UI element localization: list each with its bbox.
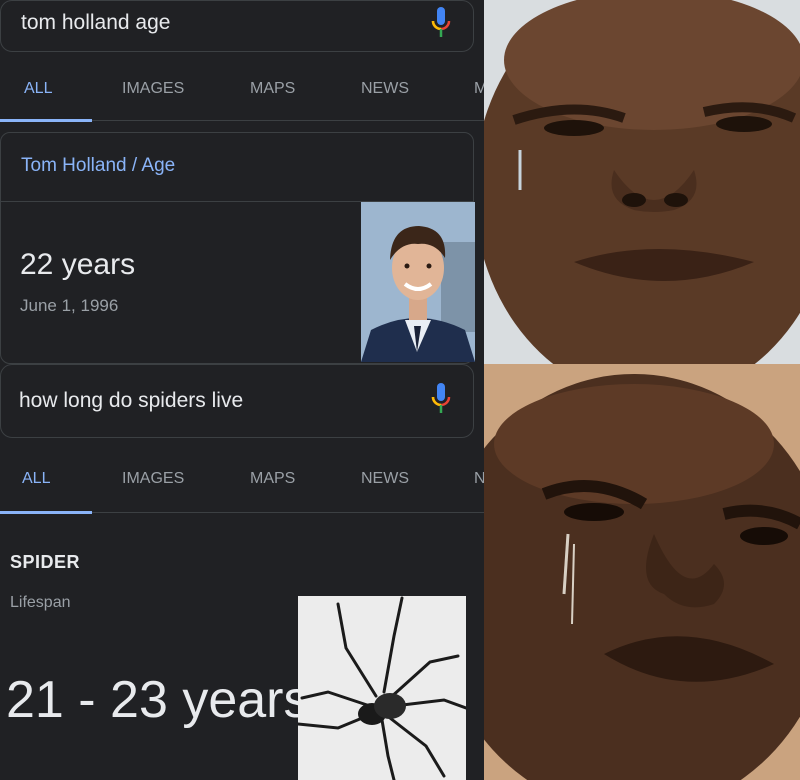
answer-date: June 1, 1996 (20, 296, 119, 315)
tab-maps[interactable]: MAPS (250, 470, 295, 488)
spider-photo[interactable] (298, 596, 466, 780)
crying-face-photo-bottom (484, 364, 800, 780)
microphone-icon[interactable] (427, 5, 455, 45)
tab-news[interactable]: NEWS (361, 80, 409, 98)
search-bar[interactable]: how long do spiders live (0, 364, 474, 438)
crying-face-photo-top (484, 0, 800, 364)
result-value: 21 - 23 years (6, 671, 310, 729)
tab-images[interactable]: IMAGES (122, 470, 184, 488)
microphone-icon[interactable] (427, 381, 455, 421)
search-query[interactable]: tom holland age (21, 11, 170, 35)
top-search-panel: tom holland age ALL IMAGES MAPS NEWS M T… (0, 0, 484, 364)
answer-value: 22 years (20, 248, 136, 281)
search-query[interactable]: how long do spiders live (19, 389, 243, 413)
tab-maps[interactable]: MAPS (250, 80, 295, 98)
tab-more[interactable]: M (474, 80, 484, 98)
breadcrumb-subject[interactable]: Tom Holland (21, 155, 127, 176)
tab-all[interactable]: ALL (22, 470, 50, 488)
search-bar[interactable]: tom holland age (0, 0, 474, 52)
search-tabs: ALL IMAGES MAPS NEWS N (0, 470, 484, 514)
tab-more[interactable]: N (474, 470, 484, 488)
person-photo[interactable] (361, 202, 475, 362)
tab-news[interactable]: NEWS (361, 470, 409, 488)
result-subtitle: Lifespan (10, 594, 71, 611)
breadcrumb: Tom Holland / Age (21, 155, 175, 177)
search-tabs: ALL IMAGES MAPS NEWS M (0, 80, 484, 122)
result-title: SPIDER (10, 552, 81, 572)
active-tab-indicator (0, 511, 92, 514)
breadcrumb-attribute[interactable]: Age (141, 155, 175, 176)
tab-all[interactable]: ALL (24, 80, 52, 98)
active-tab-indicator (0, 119, 92, 122)
breadcrumb-separator: / (131, 155, 138, 176)
tab-images[interactable]: IMAGES (122, 80, 184, 98)
